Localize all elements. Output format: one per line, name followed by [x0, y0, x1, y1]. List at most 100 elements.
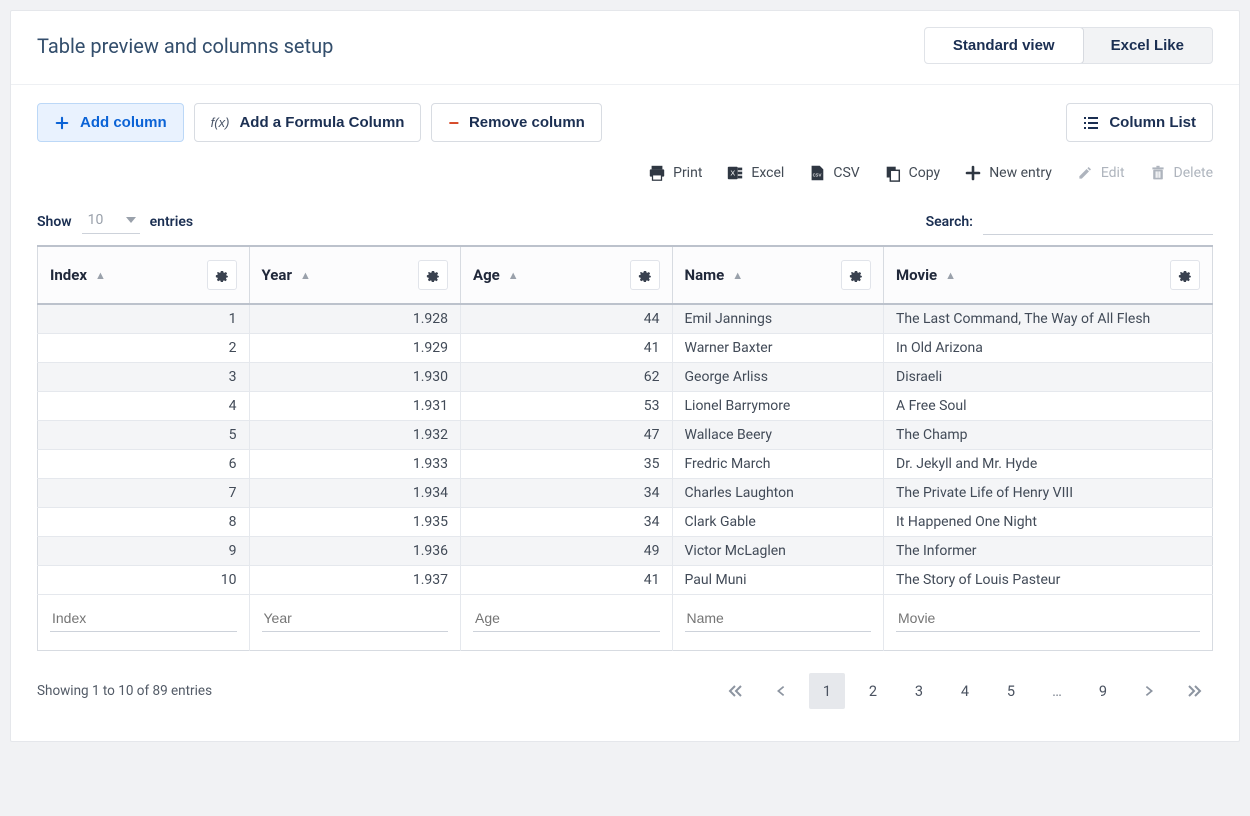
cell-year: 1.937	[249, 566, 461, 595]
table-row[interactable]: 41.93153Lionel BarrymoreA Free Soul	[38, 392, 1213, 421]
cell-movie: The Champ	[884, 421, 1213, 450]
page-3[interactable]: 3	[901, 673, 937, 709]
page-last[interactable]	[1177, 673, 1213, 709]
column-header-year[interactable]: Year▲	[249, 246, 461, 304]
table-row[interactable]: 101.93741Paul MuniThe Story of Louis Pas…	[38, 566, 1213, 595]
sort-asc-icon: ▲	[508, 269, 519, 282]
cell-movie: Dr. Jekyll and Mr. Hyde	[884, 450, 1213, 479]
cell-age: 62	[461, 363, 673, 392]
cell-name: George Arliss	[672, 363, 884, 392]
pencil-icon	[1076, 164, 1094, 182]
filter-input-year[interactable]	[262, 605, 449, 632]
page-prev[interactable]	[763, 673, 799, 709]
page-first[interactable]	[717, 673, 753, 709]
cell-year: 1.934	[249, 479, 461, 508]
page-ellipsis: …	[1039, 673, 1075, 709]
cell-year: 1.929	[249, 334, 461, 363]
filter-input-index[interactable]	[50, 605, 237, 632]
cell-index: 2	[38, 334, 250, 363]
page-next[interactable]	[1131, 673, 1167, 709]
toolbar: Add column f(x) Add a Formula Column − R…	[11, 85, 1239, 142]
column-settings-movie[interactable]	[1170, 260, 1200, 290]
filter-input-movie[interactable]	[896, 605, 1200, 632]
cell-movie: It Happened One Night	[884, 508, 1213, 537]
cell-age: 47	[461, 421, 673, 450]
page-4[interactable]: 4	[947, 673, 983, 709]
table-actions: Print X Excel csv CSV Copy New entry	[11, 142, 1239, 182]
cell-movie: The Story of Louis Pasteur	[884, 566, 1213, 595]
table-row[interactable]: 91.93649Victor McLaglenThe Informer	[38, 537, 1213, 566]
cell-year: 1.931	[249, 392, 461, 421]
column-settings-name[interactable]	[841, 260, 871, 290]
edit-button[interactable]: Edit	[1076, 164, 1125, 182]
add-formula-column-button[interactable]: f(x) Add a Formula Column	[194, 103, 422, 142]
cell-name: Victor McLaglen	[672, 537, 884, 566]
column-list-button[interactable]: Column List	[1066, 103, 1213, 142]
csv-icon: csv	[808, 164, 826, 182]
column-settings-index[interactable]	[207, 260, 237, 290]
filter-input-age[interactable]	[473, 605, 660, 632]
copy-button[interactable]: Copy	[884, 164, 941, 182]
cell-movie: In Old Arizona	[884, 334, 1213, 363]
table-row[interactable]: 21.92941Warner BaxterIn Old Arizona	[38, 334, 1213, 363]
cell-index: 4	[38, 392, 250, 421]
svg-text:X: X	[731, 169, 736, 178]
table-footer: Showing 1 to 10 of 89 entries 12345…9	[11, 651, 1239, 741]
table-row[interactable]: 81.93534Clark GableIt Happened One Night	[38, 508, 1213, 537]
table-row[interactable]: 71.93434Charles LaughtonThe Private Life…	[38, 479, 1213, 508]
plus-icon	[964, 164, 982, 182]
table-row[interactable]: 31.93062George ArlissDisraeli	[38, 363, 1213, 392]
cell-name: Lionel Barrymore	[672, 392, 884, 421]
cell-age: 34	[461, 479, 673, 508]
cell-age: 44	[461, 304, 673, 334]
cell-movie: Disraeli	[884, 363, 1213, 392]
add-formula-label: Add a Formula Column	[239, 114, 404, 131]
page-5[interactable]: 5	[993, 673, 1029, 709]
delete-button[interactable]: Delete	[1149, 164, 1213, 182]
column-settings-year[interactable]	[418, 260, 448, 290]
page-2[interactable]: 2	[855, 673, 891, 709]
column-header-index[interactable]: Index▲	[38, 246, 250, 304]
view-toggle: Standard view Excel Like	[924, 27, 1213, 64]
cell-year: 1.933	[249, 450, 461, 479]
entries-select[interactable]: 10	[82, 209, 140, 234]
page-1[interactable]: 1	[809, 673, 845, 709]
new-entry-button[interactable]: New entry	[964, 164, 1052, 182]
table-setup-panel: Table preview and columns setup Standard…	[10, 10, 1240, 742]
remove-column-button[interactable]: − Remove column	[431, 103, 601, 142]
cell-age: 49	[461, 537, 673, 566]
pagination: 12345 … 9	[717, 673, 1213, 709]
cell-movie: The Last Command, The Way of All Flesh	[884, 304, 1213, 334]
cell-year: 1.936	[249, 537, 461, 566]
svg-text:csv: csv	[813, 173, 822, 179]
table-row[interactable]: 61.93335Fredric MarchDr. Jekyll and Mr. …	[38, 450, 1213, 479]
cell-index: 1	[38, 304, 250, 334]
standard-view-tab[interactable]: Standard view	[924, 27, 1084, 64]
table-row[interactable]: 51.93247Wallace BeeryThe Champ	[38, 421, 1213, 450]
filter-input-name[interactable]	[685, 605, 872, 632]
sort-asc-icon: ▲	[95, 269, 106, 282]
plus-icon	[54, 115, 70, 131]
print-button[interactable]: Print	[648, 164, 702, 182]
cell-name: Clark Gable	[672, 508, 884, 537]
column-header-age[interactable]: Age▲	[461, 246, 673, 304]
search-input[interactable]	[983, 208, 1213, 235]
cell-index: 8	[38, 508, 250, 537]
cell-index: 10	[38, 566, 250, 595]
column-header-movie[interactable]: Movie▲	[884, 246, 1213, 304]
csv-button[interactable]: csv CSV	[808, 164, 859, 182]
excel-like-tab[interactable]: Excel Like	[1083, 28, 1212, 63]
add-column-button[interactable]: Add column	[37, 103, 184, 142]
fx-icon: f(x)	[211, 115, 230, 130]
page-title: Table preview and columns setup	[37, 34, 333, 58]
page-9[interactable]: 9	[1085, 673, 1121, 709]
column-settings-age[interactable]	[630, 260, 660, 290]
sort-asc-icon: ▲	[300, 269, 311, 282]
column-header-name[interactable]: Name▲	[672, 246, 884, 304]
table-row[interactable]: 11.92844Emil JanningsThe Last Command, T…	[38, 304, 1213, 334]
excel-button[interactable]: X Excel	[726, 164, 784, 182]
sort-asc-icon: ▲	[945, 269, 956, 282]
cell-index: 5	[38, 421, 250, 450]
trash-icon	[1149, 164, 1167, 182]
list-icon	[1083, 115, 1099, 131]
